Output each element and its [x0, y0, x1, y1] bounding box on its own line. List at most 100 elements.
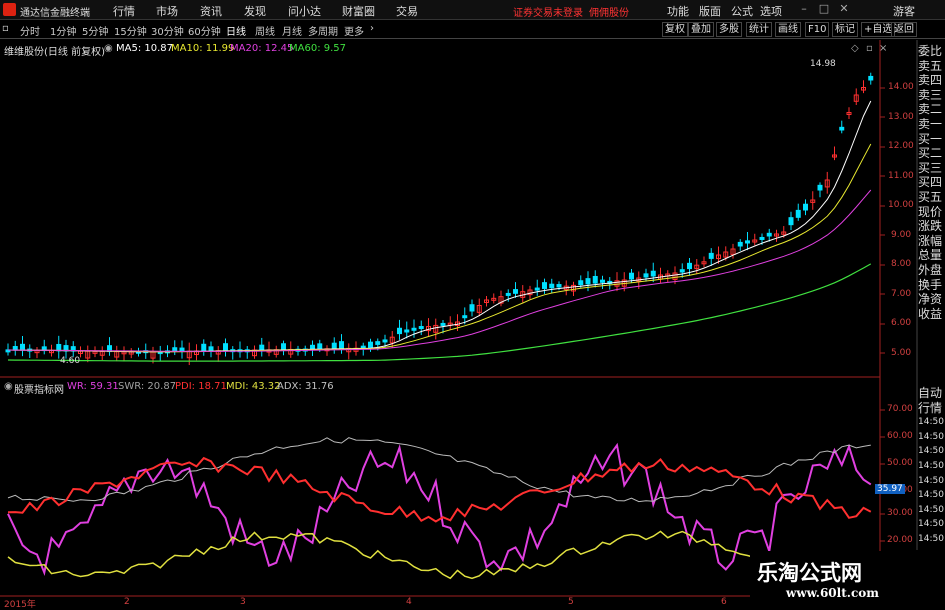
x-tick: 5: [568, 597, 574, 607]
candle: [469, 304, 475, 312]
label-outer: 外盘: [918, 262, 943, 277]
swr-line: [7, 437, 871, 503]
ma60-line: [7, 263, 872, 362]
price-tick: 6.00: [891, 318, 912, 328]
label-price: 现价: [918, 204, 943, 219]
ma5-value: MA5: 10.87: [116, 43, 174, 54]
candle: [687, 262, 692, 270]
quote-panel-labels: 委比 卖五 卖四 卖三 卖二 卖一 买一 买二 买三 买四 买五 现价 涨跌 涨…: [918, 44, 945, 321]
candle: [505, 292, 511, 296]
ma60-value: MA60: 9.57: [289, 43, 347, 54]
adx-value: ADX: 31.76: [277, 381, 334, 392]
ma20-value: MA20: 12.45: [230, 43, 294, 54]
swr-value: SWR: 20.87: [118, 381, 177, 392]
candle: [382, 339, 388, 343]
candle: [795, 209, 801, 218]
label-earnings: 收益: [918, 306, 943, 321]
candle: [375, 341, 381, 345]
candle: [418, 326, 424, 330]
auto-label[interactable]: 自动: [918, 386, 945, 401]
label-buy2: 买二: [918, 146, 943, 161]
tick-time: 14:50: [918, 431, 944, 442]
candle: [12, 346, 18, 351]
x-tick: 2: [124, 597, 130, 607]
price-tick: 5.00: [891, 348, 912, 358]
low-price-label: 4.60: [60, 356, 81, 366]
price-tick: 11.00: [888, 171, 914, 181]
x-tick: 6: [721, 597, 727, 607]
label-change-pct: 涨幅: [918, 233, 943, 248]
candle: [868, 75, 874, 81]
candle: [259, 344, 265, 351]
tick-panel: 自动 行情 14:50 14:50 14:50 14:50 14:50 14:5…: [918, 386, 945, 547]
label-sell3: 卖三: [918, 87, 943, 102]
ma5-line: [7, 100, 872, 353]
x-tick: 2015年: [4, 600, 36, 610]
candle: [56, 343, 62, 352]
tick-time: 14:50: [918, 460, 944, 471]
indicator-tick: 70.00: [887, 404, 913, 414]
price-tick: 10.00: [888, 200, 914, 210]
tick-time: 14:50: [918, 504, 944, 515]
label-turnover: 换手: [918, 277, 943, 292]
candle: [737, 241, 743, 247]
candle: [803, 203, 808, 211]
kline-chart[interactable]: [0, 0, 945, 609]
price-tick: 14.00: [888, 82, 914, 92]
candle: [317, 343, 323, 350]
settings-icon[interactable]: ◉: [104, 43, 113, 54]
pdi-line: [7, 456, 872, 523]
candle: [650, 270, 656, 277]
candle: [179, 347, 185, 352]
minimize-panel-icon[interactable]: ▫: [866, 43, 873, 54]
label-sell1: 卖一: [918, 116, 943, 131]
indicator-tick: 60.00: [887, 431, 913, 441]
candle: [549, 283, 555, 289]
candle: [542, 282, 547, 289]
indicator-settings-icon[interactable]: ◉: [4, 381, 13, 392]
candle: [600, 279, 605, 283]
candle: [360, 345, 366, 349]
close-panel-icon[interactable]: ×: [879, 43, 887, 54]
candle: [404, 329, 410, 333]
candle: [788, 217, 794, 226]
pdi-value: PDI: 18.71: [175, 381, 227, 392]
candle: [411, 327, 417, 331]
indicator-current-value: 35.97: [875, 484, 905, 494]
tick-time: 14:50: [918, 490, 944, 501]
mdi-line: [7, 530, 872, 581]
chart-title: 维维股份(日线 前复权): [4, 47, 105, 58]
label-weibi: 委比: [918, 44, 943, 58]
wr-value: WR: 59.31: [67, 381, 119, 392]
quotes-label[interactable]: 行情: [918, 401, 945, 416]
ma10-line: [7, 143, 872, 353]
price-tick: 9.00: [891, 230, 912, 240]
tick-time: 14:50: [918, 475, 944, 486]
candle: [766, 232, 772, 237]
label-sell2: 卖二: [918, 102, 943, 117]
candle: [223, 343, 228, 352]
candle: [556, 284, 562, 288]
candle: [817, 184, 823, 191]
label-buy5: 买五: [918, 189, 943, 204]
label-sell4: 卖四: [918, 73, 943, 88]
candle: [839, 126, 845, 131]
price-tick: 8.00: [891, 259, 912, 269]
indicator-tick: 20.00: [887, 535, 913, 545]
tick-time: 14:50: [918, 533, 944, 544]
candle: [397, 327, 402, 335]
label-buy3: 买三: [918, 160, 943, 175]
candle: [281, 343, 286, 351]
tick-time: 14:50: [918, 446, 944, 457]
label-sell5: 卖五: [918, 58, 943, 73]
price-tick: 12.00: [888, 141, 914, 151]
indicator-name[interactable]: 股票指标网: [14, 381, 64, 396]
indicator-tick: 50.00: [887, 458, 913, 468]
candle: [585, 278, 591, 285]
candle: [759, 236, 765, 240]
candle: [339, 341, 344, 350]
collapse-icon[interactable]: ◇: [851, 43, 859, 54]
label-change: 涨跌: [918, 219, 943, 234]
price-tick: 7.00: [891, 289, 912, 299]
label-net-asset: 净资: [918, 292, 943, 307]
